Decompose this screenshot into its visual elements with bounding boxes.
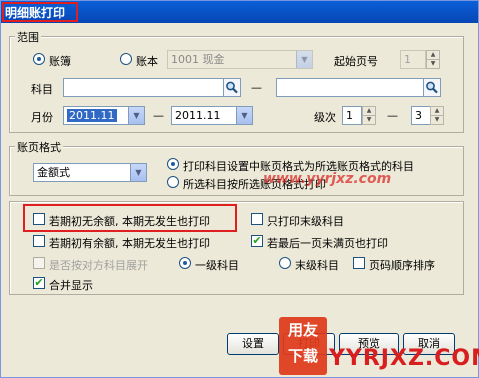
watermark-brand: YYRJXZ.COM (329, 346, 479, 371)
check-icon: ✔ (34, 276, 44, 289)
spin-down-icon: ▼ (431, 115, 443, 123)
opt-last-level-only-checkbox[interactable] (251, 213, 263, 225)
book-radio[interactable] (120, 53, 132, 65)
chevron-down-icon: ▼ (128, 107, 144, 124)
level-to-spinner[interactable]: ▲ ▼ (430, 106, 444, 125)
opt-partial-page-checkbox[interactable]: ✔ (251, 235, 263, 247)
start-page-label: 起始页号 (334, 55, 378, 68)
opt-page-order-checkbox[interactable] (353, 257, 365, 269)
watermark-logo-line1: 用友 (287, 321, 318, 339)
level-from-value: 1 (346, 109, 353, 122)
chevron-down-icon: ▼ (130, 164, 146, 181)
opt-last-level-only-label: 只打印末级科目 (267, 215, 344, 228)
spin-up-icon: ▲ (434, 107, 440, 114)
opt-expand-counter-label: 是否按对方科目展开 (49, 259, 148, 272)
month-to-select[interactable]: 2011.11 ▼ (171, 106, 253, 125)
print-setting-radio[interactable] (167, 158, 179, 170)
subject-to-lookup-button[interactable] (423, 78, 441, 97)
opt-page-order-label: 页码顺序排序 (369, 259, 435, 272)
level1-radio-label: 一级科目 (195, 259, 239, 272)
opt-partial-page-label: 若最后一页未满页也打印 (267, 237, 388, 250)
level1-radio[interactable] (179, 257, 191, 269)
month-from-select[interactable]: 2011.11 ▼ (63, 106, 145, 125)
check-icon: ✔ (252, 234, 262, 247)
ledger-radio-label: 账簿 (49, 55, 71, 68)
level-from-spinner[interactable]: ▲ ▼ (362, 106, 376, 125)
book-select-value: 1001 现金 (171, 53, 225, 66)
subject-from-lookup-button[interactable] (223, 78, 241, 97)
opt-expand-counter-checkbox[interactable] (33, 257, 45, 269)
ledger-radio[interactable] (33, 53, 45, 65)
search-icon (426, 81, 438, 94)
format-legend: 账页格式 (15, 139, 63, 155)
book-select[interactable]: 1001 现金 ▼ (167, 50, 313, 69)
search-icon (226, 81, 238, 94)
spin-up-icon: ▲ (366, 107, 372, 114)
opt-has-balance-label: 若期初有余额, 本期无发生也打印 (49, 237, 210, 250)
month-label: 月份 (31, 111, 53, 124)
subject-from-input[interactable] (63, 78, 225, 97)
last-level-radio-label: 末级科目 (295, 259, 339, 272)
last-level-radio[interactable] (279, 257, 291, 269)
level-from-input[interactable]: 1 (342, 106, 362, 125)
month-from-value: 2011.11 (67, 109, 117, 122)
watermark-logo: 用友 下载 (279, 317, 327, 375)
subject-label: 科目 (31, 83, 53, 96)
spin-down-icon: ▼ (363, 115, 375, 123)
level-to-value: 3 (415, 109, 422, 122)
format-select[interactable]: 金额式 ▼ (33, 163, 147, 182)
selected-subjects-radio[interactable] (167, 176, 179, 188)
start-page-input[interactable]: 1 (400, 50, 426, 69)
month-to-value: 2011.11 (175, 109, 221, 122)
format-select-value: 金额式 (37, 166, 70, 179)
title-highlight-box (2, 2, 78, 22)
opt-merge-display-checkbox[interactable]: ✔ (33, 277, 45, 289)
range-legend: 范围 (15, 29, 41, 45)
subject-to-input[interactable] (276, 78, 424, 97)
subject-range-dash: — (251, 81, 262, 94)
chevron-down-icon: ▼ (296, 51, 312, 68)
watermark-site: www.yyrjxz.com (263, 171, 392, 187)
chevron-down-icon: ▼ (236, 107, 252, 124)
spin-up-icon: ▲ (430, 51, 436, 58)
book-radio-label: 账本 (136, 55, 158, 68)
start-page-spinner[interactable]: ▲ ▼ (426, 50, 440, 69)
setup-button[interactable]: 设置 (227, 333, 279, 355)
option-highlight-box (23, 204, 237, 232)
start-page-value: 1 (404, 53, 411, 66)
spin-down-icon: ▼ (427, 59, 439, 67)
level-range-dash: — (387, 109, 398, 122)
print-dialog: 明细账打印 范围 账簿 账本 1001 现金 ▼ 起始页号 1 ▲ ▼ 科目 —… (0, 0, 479, 378)
watermark-logo-line2: 下载 (287, 347, 318, 365)
level-to-input[interactable]: 3 (411, 106, 431, 125)
month-range-dash: — (153, 109, 164, 122)
level-label: 级次 (314, 111, 336, 124)
opt-merge-display-label: 合并显示 (49, 279, 93, 292)
opt-has-balance-checkbox[interactable] (33, 235, 45, 247)
